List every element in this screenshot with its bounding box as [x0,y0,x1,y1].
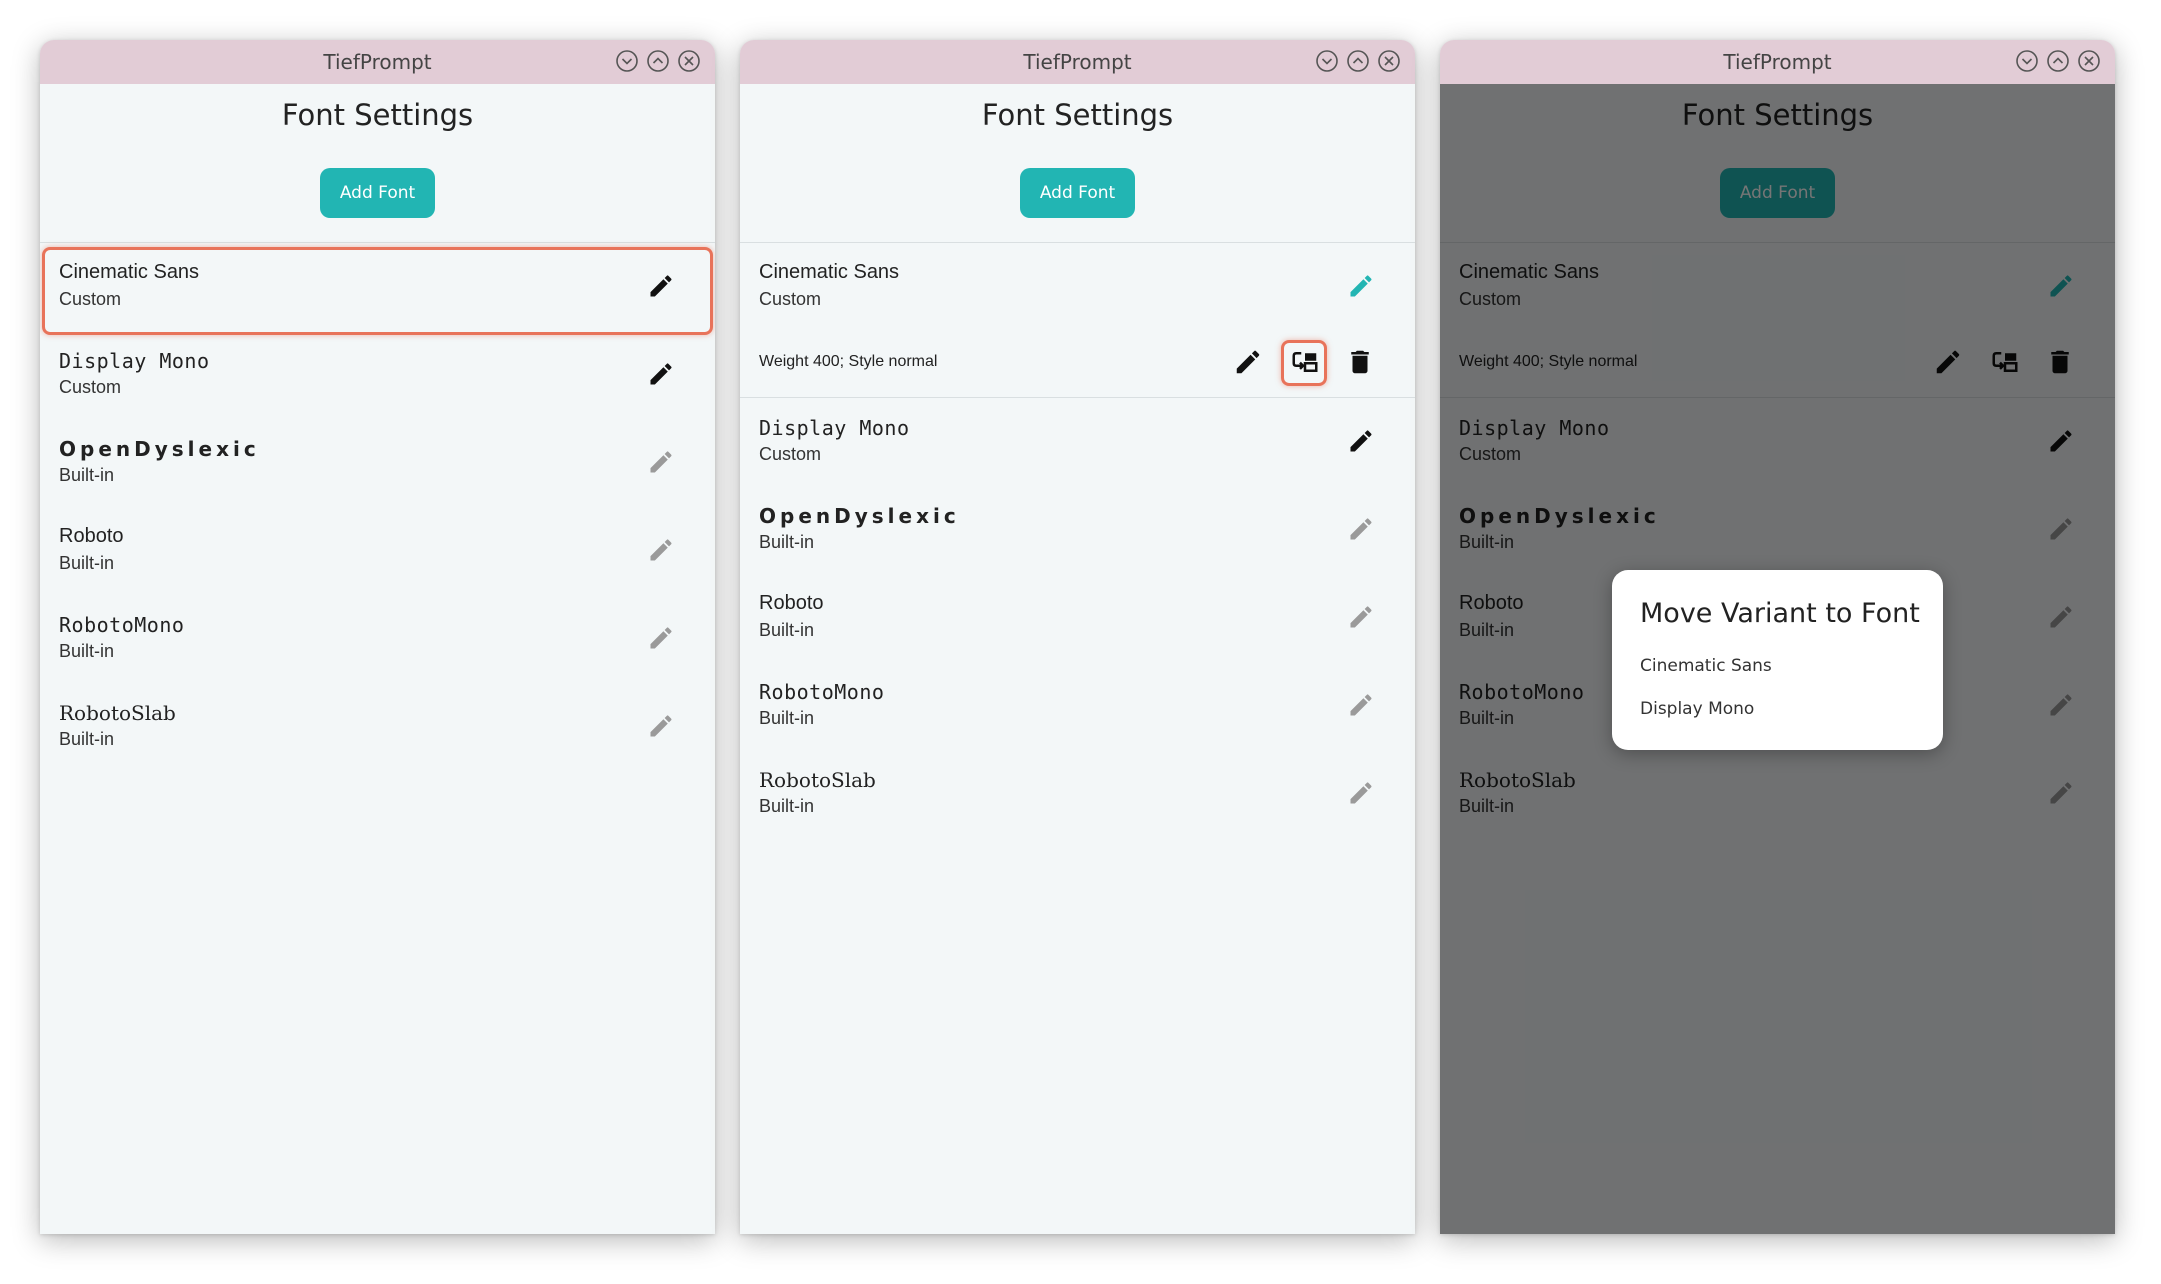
variant-label: Weight 400; Style normal [759,353,938,370]
font-row-robotoslab[interactable]: RobotoSlab Built-in [40,683,715,771]
minimize-icon[interactable] [615,49,639,73]
highlight-box [1281,340,1327,386]
font-row-roboto[interactable]: Roboto Built-in [740,574,1415,662]
font-kind: Built-in [59,729,115,749]
pencil-icon [650,715,672,737]
dialog-option-display-mono[interactable]: Display Mono [1640,699,1754,719]
window-1: TiefPrompt Font Settings Add Font Cinema… [40,40,715,1234]
font-row-robotomono[interactable]: RobotoMono Built-in [740,662,1415,750]
pencil-icon[interactable] [1233,347,1263,377]
font-name: OpenDyslexic [59,437,260,461]
pencil-icon [650,539,672,561]
font-row-robotoslab[interactable]: RobotoSlab Built-in [740,750,1415,838]
pencil-icon [1350,606,1372,628]
page-title: Font Settings [981,98,1174,132]
font-kind: Built-in [59,641,115,661]
pencil-icon [1350,694,1372,716]
pencil-icon[interactable] [647,360,675,388]
font-name: OpenDyslexic [759,504,960,528]
app-title: TiefPrompt [323,50,432,74]
font-row-display-mono[interactable]: Display Mono Custom [740,398,1415,486]
pencil-icon[interactable] [1347,427,1375,455]
add-font-button[interactable]: Add Font [1020,168,1135,218]
trash-icon[interactable] [1345,347,1375,377]
font-row-robotomono[interactable]: RobotoMono Built-in [40,595,715,683]
font-name: RobotoSlab [759,768,876,792]
font-row-cinematic-sans[interactable]: Cinematic Sans Custom [740,243,1415,327]
pencil-icon[interactable] [1347,272,1375,300]
window-2: TiefPrompt Font Settings Add Font Cinema… [740,40,1415,1234]
app-title: TiefPrompt [1723,50,1832,74]
font-name: Display Mono [759,416,910,440]
font-kind: Built-in [59,465,115,485]
move-variant-dialog: Move Variant to Font Cinematic Sans Disp… [1612,570,1943,750]
font-kind: Built-in [59,553,115,573]
pencil-icon [1350,782,1372,804]
minimize-icon[interactable] [1315,49,1339,73]
page-title: Font Settings [281,98,474,132]
font-row-opendyslexic[interactable]: OpenDyslexic Built-in [40,419,715,507]
font-row-roboto[interactable]: Roboto Built-in [40,507,715,595]
maximize-icon[interactable] [2046,49,2070,73]
font-row-display-mono[interactable]: Display Mono Custom [40,331,715,419]
font-kind: Built-in [759,708,815,728]
dialog-title: Move Variant to Font [1640,598,1920,629]
close-icon[interactable] [677,49,701,73]
font-name: RobotoMono [59,613,185,637]
app-title: TiefPrompt [1023,50,1132,74]
variant-row[interactable]: Weight 400; Style normal [740,327,1415,398]
close-icon[interactable] [1377,49,1401,73]
title-bar[interactable]: TiefPrompt [740,40,1415,84]
pencil-icon [650,451,672,473]
font-kind: Custom [759,289,822,309]
font-name: Cinematic Sans [759,261,900,283]
font-name: Roboto [59,525,124,547]
dialog-option-cinematic-sans[interactable]: Cinematic Sans [1640,656,1772,676]
add-font-button[interactable]: Add Font [320,168,435,218]
maximize-icon[interactable] [646,49,670,73]
maximize-icon[interactable] [1346,49,1370,73]
font-row-opendyslexic[interactable]: OpenDyslexic Built-in [740,486,1415,574]
font-kind: Custom [59,377,122,397]
highlight-box [42,247,713,335]
font-name: RobotoMono [759,680,885,704]
close-icon[interactable] [2077,49,2101,73]
font-list: Cinematic Sans Custom Weight 400; Style … [740,242,1415,838]
font-kind: Custom [759,444,822,464]
pencil-icon [650,627,672,649]
font-name: RobotoSlab [59,701,176,725]
title-bar[interactable]: TiefPrompt [1440,40,2115,84]
minimize-icon[interactable] [2015,49,2039,73]
font-kind: Built-in [759,796,815,816]
pencil-icon [1350,518,1372,540]
font-kind: Built-in [759,620,815,640]
font-kind: Built-in [759,532,815,552]
font-name: Roboto [759,592,824,614]
window-3: TiefPrompt Font Settings Add Font Cinema… [1440,40,2115,1234]
title-bar[interactable]: TiefPrompt [40,40,715,84]
font-name: Display Mono [59,349,210,373]
